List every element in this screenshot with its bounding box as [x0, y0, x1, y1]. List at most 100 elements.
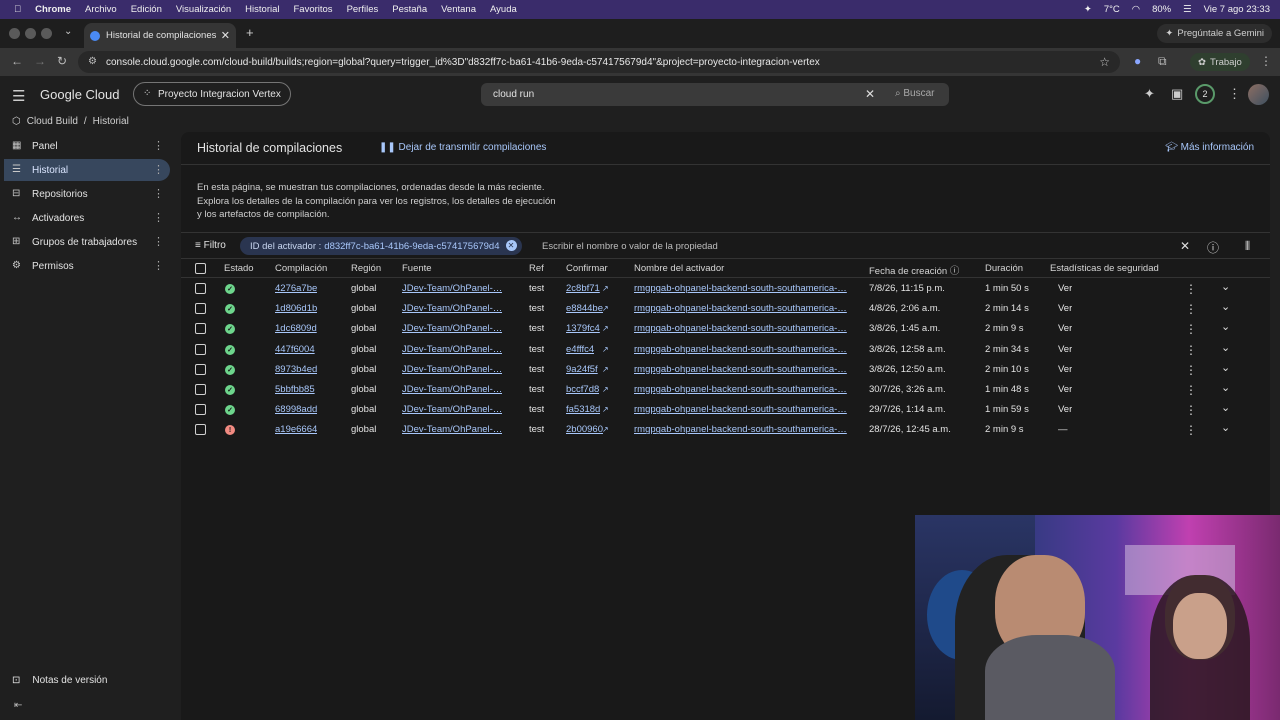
menu-item-ventana[interactable]: Ventana	[441, 4, 476, 15]
window-zoom-button[interactable]	[41, 28, 52, 39]
security-cell[interactable]: Ver	[1058, 384, 1072, 395]
table-row[interactable]: ✓ 5bbfbb85 global JDev-Team/OhPanel-… test bc…	[181, 380, 1270, 400]
wifi-icon[interactable]: ◠	[1132, 4, 1140, 15]
build-id-link[interactable]: 68998add	[275, 404, 317, 415]
table-row[interactable]: ✓ 1dc6809d global JDev-Team/OhPanel-… test 13…	[181, 319, 1270, 339]
sidebar-item-repositorios[interactable]: ⊟ Repositorios ⋮	[4, 183, 170, 205]
table-row[interactable]: ✓ 68998add global JDev-Team/OhPanel-… test fa…	[181, 400, 1270, 420]
row-checkbox[interactable]	[195, 343, 206, 355]
trigger-link[interactable]: rmgpgab-ohpanel-backend-south-southameri…	[634, 323, 847, 334]
menu-item-archivo[interactable]: Archivo	[85, 4, 117, 15]
table-row[interactable]: ✓ 4276a7be global JDev-Team/OhPanel-… test 2c…	[181, 279, 1270, 299]
sidebar-item-permisos[interactable]: ⚙ Permisos ⋮	[4, 255, 170, 277]
menu-item-edicion[interactable]: Edición	[131, 4, 162, 15]
commit-link[interactable]: bccf7d8	[566, 384, 599, 395]
select-all-checkbox[interactable]	[195, 263, 206, 274]
table-row[interactable]: ! a19e6664 global JDev-Team/OhPanel-… test 2b…	[181, 420, 1270, 440]
control-center-icon[interactable]: ☰	[1183, 4, 1192, 15]
settings-menu-icon[interactable]: ⋮	[1228, 86, 1241, 102]
column-duracion[interactable]: Duración	[985, 263, 1023, 274]
menu-item-visualizacion[interactable]: Visualización	[176, 4, 231, 15]
sidebar-item-panel[interactable]: ▦ Panel ⋮	[4, 135, 170, 157]
clear-filters-icon[interactable]: ✕	[1180, 239, 1190, 253]
commit-link[interactable]: 1379fc4	[566, 323, 600, 334]
avatar[interactable]	[1248, 84, 1269, 105]
row-actions-icon[interactable]: ⋮	[1185, 403, 1197, 417]
expand-row-icon[interactable]: ⌄	[1221, 421, 1230, 434]
google-cloud-logo[interactable]: Google Cloud	[40, 87, 120, 102]
trigger-link[interactable]: rmgpgab-ohpanel-backend-south-southameri…	[634, 384, 847, 395]
expand-row-icon[interactable]: ⌄	[1221, 280, 1230, 293]
trigger-link[interactable]: rmgpgab-ohpanel-backend-south-southameri…	[634, 364, 847, 375]
extensions-puzzle-icon[interactable]: ⧉	[1158, 54, 1167, 69]
security-cell[interactable]: Ver	[1058, 364, 1072, 375]
forward-icon[interactable]: →	[34, 54, 46, 68]
table-row[interactable]: ✓ 8973b4ed global JDev-Team/OhPanel-… test 9a…	[181, 360, 1270, 380]
source-link[interactable]: JDev-Team/OhPanel-…	[402, 323, 502, 334]
site-info-icon[interactable]: ⚙	[88, 56, 97, 67]
open-external-icon[interactable]: ↗	[602, 304, 609, 313]
open-external-icon[interactable]: ↗	[602, 345, 609, 354]
source-link[interactable]: JDev-Team/OhPanel-…	[402, 283, 502, 294]
commit-link[interactable]: 2c8bf71	[566, 283, 600, 294]
source-link[interactable]: JDev-Team/OhPanel-…	[402, 384, 502, 395]
release-notes-link[interactable]: ⊡ Notas de versión	[12, 675, 107, 686]
source-link[interactable]: JDev-Team/OhPanel-…	[402, 344, 502, 355]
more-options-icon[interactable]: ⋮	[153, 211, 164, 224]
menu-item-perfiles[interactable]: Perfiles	[347, 4, 379, 15]
reload-icon[interactable]: ↻	[57, 54, 67, 68]
remove-filter-icon[interactable]: ✕	[505, 240, 517, 251]
bookmark-star-icon[interactable]: ☆	[1099, 55, 1110, 69]
window-minimize-button[interactable]	[25, 28, 36, 39]
build-id-link[interactable]: 1dc6809d	[275, 323, 317, 334]
security-cell[interactable]: Ver	[1058, 303, 1072, 314]
source-link[interactable]: JDev-Team/OhPanel-…	[402, 364, 502, 375]
more-options-icon[interactable]: ⋮	[153, 187, 164, 200]
commit-link[interactable]: 2b00960	[566, 424, 603, 435]
row-actions-icon[interactable]: ⋮	[1185, 383, 1197, 397]
back-icon[interactable]: ←	[11, 54, 23, 68]
sidebar-item-historial[interactable]: ☰ Historial ⋮	[4, 159, 170, 181]
address-bar[interactable]: ⚙ console.cloud.google.com/cloud-build/b…	[78, 51, 1120, 73]
help-icon[interactable]: ⓘ	[1207, 239, 1219, 256]
menu-item-pestana[interactable]: Pestaña	[392, 4, 427, 15]
expand-row-icon[interactable]: ⌄	[1221, 381, 1230, 394]
row-checkbox[interactable]	[195, 384, 206, 395]
menu-item-ayuda[interactable]: Ayuda	[490, 4, 517, 15]
row-checkbox[interactable]	[195, 424, 206, 436]
menu-app-name[interactable]: Chrome	[35, 4, 71, 15]
column-estado[interactable]: Estado	[224, 263, 254, 274]
notifications-badge[interactable]: 2	[1195, 84, 1215, 104]
build-id-link[interactable]: 447f6004	[275, 344, 315, 355]
commit-link[interactable]: 9a24f5f	[566, 364, 598, 375]
menu-clock[interactable]: Vie 7 ago 23:33	[1204, 4, 1270, 15]
battery-level[interactable]: 80%	[1152, 4, 1171, 15]
stop-streaming-button[interactable]: ❚❚ Dejar de transmitir compilaciones	[379, 142, 546, 153]
open-external-icon[interactable]: ↗	[602, 425, 609, 434]
open-external-icon[interactable]: ↗	[602, 405, 609, 414]
table-row[interactable]: ✓ 447f6004 global JDev-Team/OhPanel-… test e4…	[181, 340, 1270, 360]
row-actions-icon[interactable]: ⋮	[1185, 363, 1197, 377]
security-cell[interactable]: Ver	[1058, 283, 1072, 294]
trigger-link[interactable]: rmgpgab-ohpanel-backend-south-southameri…	[634, 283, 847, 294]
cloud-shell-icon[interactable]: ▣	[1171, 86, 1183, 102]
trigger-link[interactable]: rmgpgab-ohpanel-backend-south-southameri…	[634, 424, 847, 435]
column-compilacion[interactable]: Compilación	[275, 263, 327, 274]
menu-item-favoritos[interactable]: Favoritos	[293, 4, 332, 15]
column-help-icon[interactable]: ⓘ	[950, 266, 960, 277]
more-options-icon[interactable]: ⋮	[153, 235, 164, 248]
browser-tab[interactable]: Historial de compilaciones – C ✕	[84, 23, 236, 48]
trigger-link[interactable]: rmgpgab-ohpanel-backend-south-southameri…	[634, 303, 847, 314]
sparkle-icon[interactable]: ✦	[1084, 4, 1092, 15]
hamburger-menu-icon[interactable]: ☰	[12, 87, 25, 105]
open-external-icon[interactable]: ↗	[602, 365, 609, 374]
collapse-sidebar-icon[interactable]: ⇤	[14, 700, 22, 711]
expand-row-icon[interactable]: ⌄	[1221, 401, 1230, 414]
row-actions-icon[interactable]: ⋮	[1185, 282, 1197, 296]
menu-item-historial[interactable]: Historial	[245, 4, 279, 15]
build-id-link[interactable]: 8973b4ed	[275, 364, 317, 375]
row-actions-icon[interactable]: ⋮	[1185, 423, 1197, 437]
more-options-icon[interactable]: ⋮	[153, 259, 164, 272]
row-checkbox[interactable]	[195, 283, 206, 294]
expand-row-icon[interactable]: ⌄	[1221, 320, 1230, 333]
